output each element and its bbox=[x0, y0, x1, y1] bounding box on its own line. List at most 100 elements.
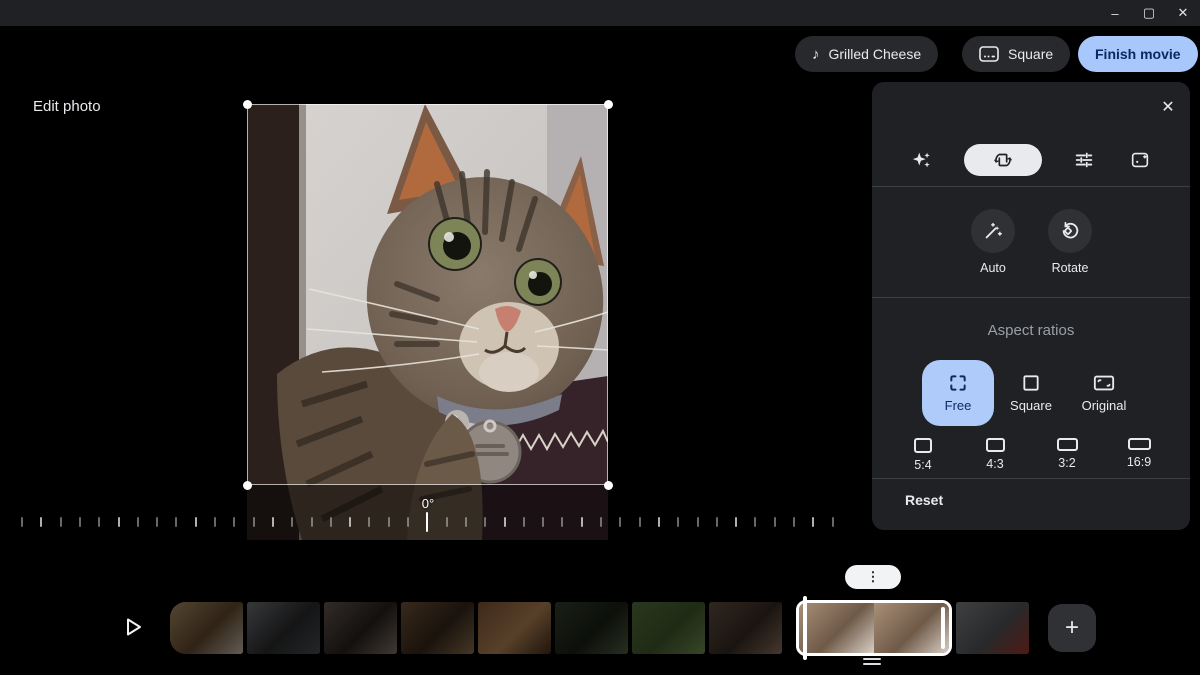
tab-crop-rotate[interactable] bbox=[964, 144, 1042, 176]
ruler-tick bbox=[60, 517, 62, 527]
plus-icon: + bbox=[1065, 614, 1079, 642]
image-plus-icon bbox=[1129, 149, 1151, 171]
panel-divider-3 bbox=[872, 478, 1190, 479]
aspect-square-button[interactable]: Square bbox=[995, 360, 1067, 426]
ratio-4-3-icon bbox=[986, 438, 1005, 452]
ruler-tick bbox=[175, 517, 177, 527]
letterbox-icon bbox=[979, 46, 999, 62]
aspect-16-9-button[interactable]: 16:9 bbox=[1118, 438, 1160, 472]
rotate-label: Rotate bbox=[1040, 261, 1100, 275]
ruler-tick bbox=[156, 517, 158, 527]
ruler-tick bbox=[581, 517, 583, 527]
ratio-16-9-icon bbox=[1128, 438, 1151, 450]
clip-menu-button[interactable]: ⋮ bbox=[845, 565, 901, 589]
clip-group-selfie[interactable] bbox=[709, 602, 782, 654]
music-note-icon: ♪ bbox=[812, 46, 820, 63]
add-clip-button[interactable]: + bbox=[1048, 604, 1096, 652]
clip-dog-lying[interactable] bbox=[170, 602, 243, 654]
reset-button[interactable]: Reset bbox=[905, 492, 943, 508]
crop-handle-bottom-left[interactable] bbox=[243, 481, 252, 490]
clip-cat-plant[interactable] bbox=[555, 602, 628, 654]
ruler-tick bbox=[523, 517, 525, 527]
ratio-3-2-label: 3:2 bbox=[1058, 456, 1075, 470]
selected-clip[interactable] bbox=[796, 600, 952, 656]
edit-tabs bbox=[872, 144, 1190, 176]
aspect-free-button[interactable]: Free bbox=[922, 360, 994, 426]
ruler-tick bbox=[272, 517, 274, 527]
aspect-ratios-title: Aspect ratios bbox=[872, 322, 1190, 339]
crop-region[interactable] bbox=[247, 104, 608, 485]
ratio-16-9-label: 16:9 bbox=[1127, 455, 1151, 469]
ruler-tick bbox=[774, 517, 776, 527]
ruler-tick bbox=[504, 517, 506, 527]
aspect-4-3-button[interactable]: 4:3 bbox=[974, 438, 1016, 472]
ruler-tick bbox=[330, 517, 332, 527]
rotation-value: 0° bbox=[414, 496, 442, 511]
close-panel-button[interactable]: ✕ bbox=[1157, 96, 1179, 118]
ruler-tick bbox=[446, 517, 448, 527]
ruler-tick bbox=[716, 517, 718, 527]
ruler-tick bbox=[793, 517, 795, 527]
aspect-free-label: Free bbox=[945, 398, 972, 413]
close-window-button[interactable]: ✕ bbox=[1166, 0, 1200, 26]
ruler-tick bbox=[253, 517, 255, 527]
movie-aspect-button[interactable]: Square bbox=[962, 36, 1070, 72]
panel-divider-1 bbox=[872, 186, 1190, 187]
ruler-tick bbox=[426, 512, 428, 532]
aspect-5-4-button[interactable]: 5:4 bbox=[902, 438, 944, 472]
clip-dog-car[interactable] bbox=[247, 602, 320, 654]
original-crop-icon bbox=[1093, 373, 1115, 393]
aspect-3-2-button[interactable]: 3:2 bbox=[1046, 438, 1088, 472]
ruler-tick bbox=[484, 517, 486, 527]
rotate-button[interactable] bbox=[1048, 209, 1092, 253]
maximize-button[interactable]: ▢ bbox=[1132, 0, 1166, 26]
minimize-button[interactable]: – bbox=[1098, 0, 1132, 26]
aspect-original-label: Original bbox=[1082, 398, 1127, 413]
panel-divider-2 bbox=[872, 297, 1190, 298]
finish-movie-button[interactable]: Finish movie bbox=[1078, 36, 1198, 72]
crop-handle-bottom-right[interactable] bbox=[604, 481, 613, 490]
ruler-tick bbox=[812, 517, 814, 527]
crop-handle-top-left[interactable] bbox=[243, 100, 252, 109]
ruler-tick bbox=[79, 517, 81, 527]
tab-adjust[interactable] bbox=[1070, 146, 1098, 174]
ruler-tick bbox=[233, 517, 235, 527]
tab-filters[interactable] bbox=[1126, 146, 1154, 174]
filmstrip-after bbox=[956, 602, 1029, 654]
ruler-tick bbox=[465, 517, 467, 527]
ruler-tick bbox=[542, 517, 544, 527]
auto-button[interactable] bbox=[971, 209, 1015, 253]
rotate-left-icon bbox=[1059, 220, 1081, 242]
ruler-tick bbox=[658, 517, 660, 527]
ruler-tick bbox=[677, 517, 679, 527]
clip-dog-grass[interactable] bbox=[632, 602, 705, 654]
ratio-5-4-label: 5:4 bbox=[914, 458, 931, 472]
clip-dog-toy[interactable] bbox=[478, 602, 551, 654]
tab-enhance[interactable] bbox=[908, 146, 936, 174]
square-crop-icon bbox=[1021, 373, 1041, 393]
ratio-3-2-icon bbox=[1057, 438, 1078, 451]
clip-drag-handle[interactable] bbox=[863, 658, 881, 665]
trim-handle-right[interactable] bbox=[941, 607, 945, 649]
ruler-tick bbox=[832, 517, 834, 527]
magic-wand-icon bbox=[982, 220, 1004, 242]
soundtrack-label: Grilled Cheese bbox=[829, 46, 922, 62]
clip-man-dog[interactable] bbox=[324, 602, 397, 654]
filmstrip-before bbox=[170, 602, 782, 654]
crop-handle-top-right[interactable] bbox=[604, 100, 613, 109]
soundtrack-button[interactable]: ♪ Grilled Cheese bbox=[795, 36, 938, 72]
clip-cat-couch[interactable] bbox=[956, 602, 1029, 654]
aspect-original-button[interactable]: Original bbox=[1068, 360, 1140, 426]
aspect-primary-row: Free Square Original bbox=[872, 360, 1190, 426]
play-button[interactable] bbox=[121, 615, 145, 639]
frame-cat-2[interactable] bbox=[874, 603, 949, 653]
playhead[interactable] bbox=[803, 596, 807, 660]
frame-cat-1[interactable] bbox=[799, 603, 874, 653]
clip-dog-closeup[interactable] bbox=[401, 602, 474, 654]
ruler-tick bbox=[349, 517, 351, 527]
ratio-5-4-icon bbox=[914, 438, 932, 453]
aspect-ratio-row: 5:4 4:3 3:2 16:9 bbox=[872, 438, 1190, 472]
crop-rotate-icon bbox=[992, 149, 1014, 171]
ruler-tick bbox=[619, 517, 621, 527]
free-crop-icon bbox=[948, 373, 968, 393]
